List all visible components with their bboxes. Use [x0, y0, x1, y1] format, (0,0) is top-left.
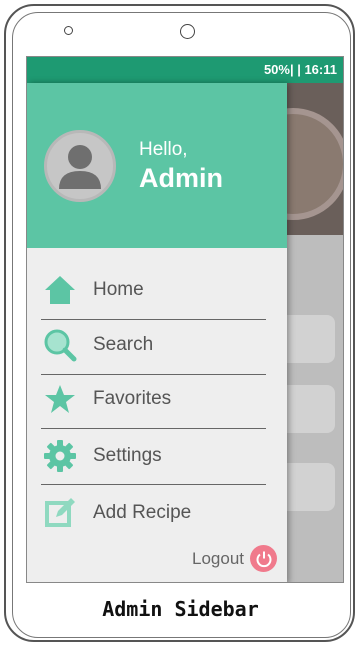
menu-item-label: Favorites — [93, 388, 172, 409]
menu-item-search[interactable]: Search — [41, 322, 266, 368]
home-icon — [41, 271, 79, 309]
admin-sidebar: Hello, Admin Home Search Favorites Setti… — [27, 83, 287, 582]
star-icon — [41, 380, 79, 418]
speaker — [64, 26, 73, 35]
phone-screen: 50%| | 16:11 Hello, Admin Home Search Fa… — [26, 56, 344, 583]
menu-item-add-recipe[interactable]: Add Recipe — [41, 490, 266, 536]
divider — [41, 428, 266, 429]
greeting-text: Hello, — [139, 139, 188, 160]
menu-item-label: Add Recipe — [93, 502, 192, 523]
edit-icon — [41, 494, 79, 532]
menu-item-settings[interactable]: Settings — [41, 433, 266, 479]
greeting: Hello, Admin — [139, 139, 223, 194]
divider — [41, 484, 266, 485]
logout-button[interactable]: Logout — [192, 545, 277, 572]
power-icon — [250, 545, 277, 572]
menu-item-home[interactable]: Home — [41, 267, 266, 313]
menu-item-favorites[interactable]: Favorites — [41, 376, 266, 422]
divider — [41, 319, 266, 320]
menu-item-label: Home — [93, 279, 144, 300]
camera — [180, 24, 195, 39]
caption: Admin Sidebar — [102, 597, 259, 621]
avatar[interactable] — [44, 130, 116, 202]
logout-label: Logout — [192, 548, 244, 568]
menu-item-label: Search — [93, 334, 154, 355]
search-icon — [41, 326, 79, 364]
user-icon — [59, 145, 101, 189]
divider — [41, 374, 266, 375]
menu-item-label: Settings — [93, 445, 162, 466]
status-text: 50%| | 16:11 — [263, 62, 337, 77]
gear-icon — [41, 437, 79, 475]
drawer-header: Hello, Admin — [27, 83, 287, 248]
status-bar: 50%| | 16:11 — [27, 57, 343, 83]
user-name: Admin — [139, 163, 223, 193]
